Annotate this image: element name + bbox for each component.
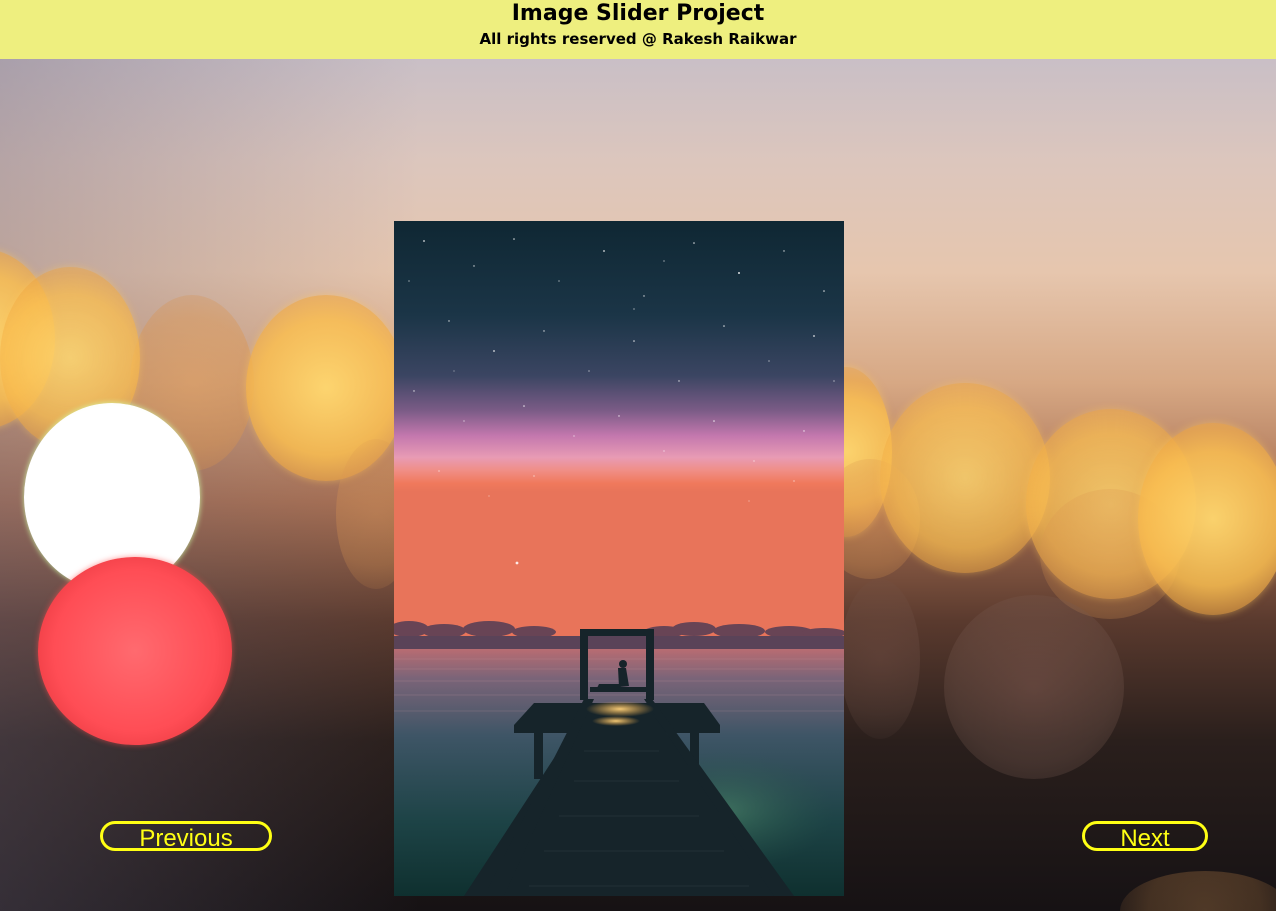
page-subtitle: All rights reserved @ Rakesh Raikwar: [479, 30, 797, 48]
header: Image Slider Project All rights reserved…: [0, 0, 1276, 59]
previous-button[interactable]: Previous: [100, 821, 272, 852]
bokeh-light: [1120, 871, 1276, 911]
bokeh-light: [1138, 423, 1276, 615]
bokeh-light: [880, 383, 1050, 573]
bokeh-light: [840, 579, 920, 739]
page: Image Slider Project All rights reserved…: [0, 0, 1276, 911]
bokeh-light: [944, 595, 1124, 779]
page-title: Image Slider Project: [511, 1, 765, 26]
next-button[interactable]: Next: [1082, 821, 1208, 852]
bokeh-light: [38, 557, 232, 745]
pier-sunset-image: [394, 221, 844, 896]
slide-image: [394, 221, 844, 896]
